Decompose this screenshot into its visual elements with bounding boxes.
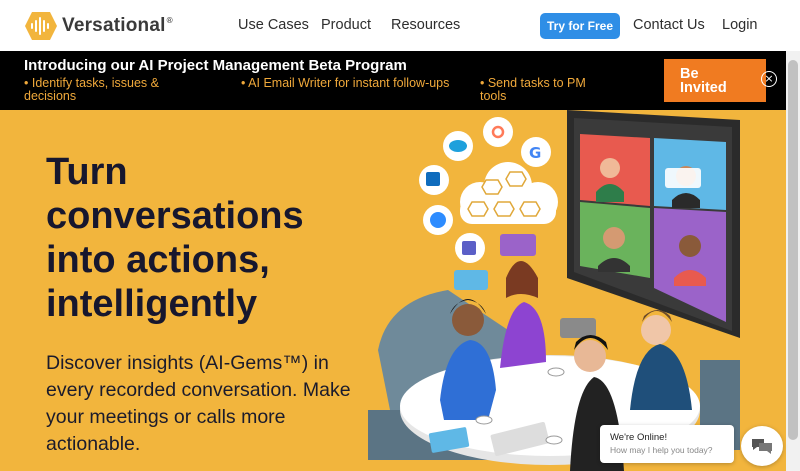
top-navigation: Versational ® Use Cases Product Resources… <box>0 0 800 51</box>
hero-subtext: Discover insights (AI-Gems™) in every re… <box>46 352 351 455</box>
chat-subtitle: How may I help you today? <box>610 445 713 455</box>
be-invited-button[interactable]: Be Invited <box>664 59 766 102</box>
hero-section: Turn conversations into actions, intelli… <box>0 110 786 471</box>
hubspot-icon <box>483 117 513 147</box>
chat-title: We're Online! <box>610 432 668 443</box>
chat-bubbles-icon <box>752 439 772 454</box>
announcement-banner: Introducing our AI Project Management Be… <box>0 51 786 110</box>
meeting-illustration: G <box>368 110 740 471</box>
banner-bullet-pm-tools: • Send tasks to PM tools <box>480 76 586 103</box>
svg-text:G: G <box>529 144 541 162</box>
scrollbar-thumb[interactable] <box>788 60 798 440</box>
logo-hex-icon <box>25 12 57 40</box>
nav-link-login[interactable]: Login <box>722 17 757 33</box>
brand-registered-mark: ® <box>165 15 174 25</box>
close-icon[interactable]: × <box>761 71 777 87</box>
be-invited-label-line2: Invited <box>680 80 727 96</box>
banner-bullet-email-writer: • AI Email Writer for instant follow-ups <box>241 76 450 90</box>
brand-logo[interactable]: Versational ® <box>24 11 174 41</box>
banner-title: Introducing our AI Project Management Be… <box>24 57 407 74</box>
video-wall-screen <box>567 110 740 338</box>
nav-link-contact-us[interactable]: Contact Us <box>633 17 705 33</box>
nav-link-resources[interactable]: Resources <box>391 17 460 33</box>
chat-greeting-bubble[interactable]: We're Online! How may I help you today? <box>600 425 734 463</box>
chat-launcher-button[interactable] <box>741 426 783 466</box>
nav-link-use-cases[interactable]: Use Cases <box>238 17 309 33</box>
hero-headline: Turn conversations into actions, intelli… <box>46 151 304 325</box>
nav-link-product[interactable]: Product <box>321 17 371 33</box>
be-invited-label-line1: Be <box>680 66 699 82</box>
banner-bullet-tasks: • Identify tasks, issues & decisions <box>24 76 159 103</box>
brand-name: Versational <box>62 15 166 36</box>
try-for-free-button[interactable]: Try for Free <box>540 13 620 39</box>
